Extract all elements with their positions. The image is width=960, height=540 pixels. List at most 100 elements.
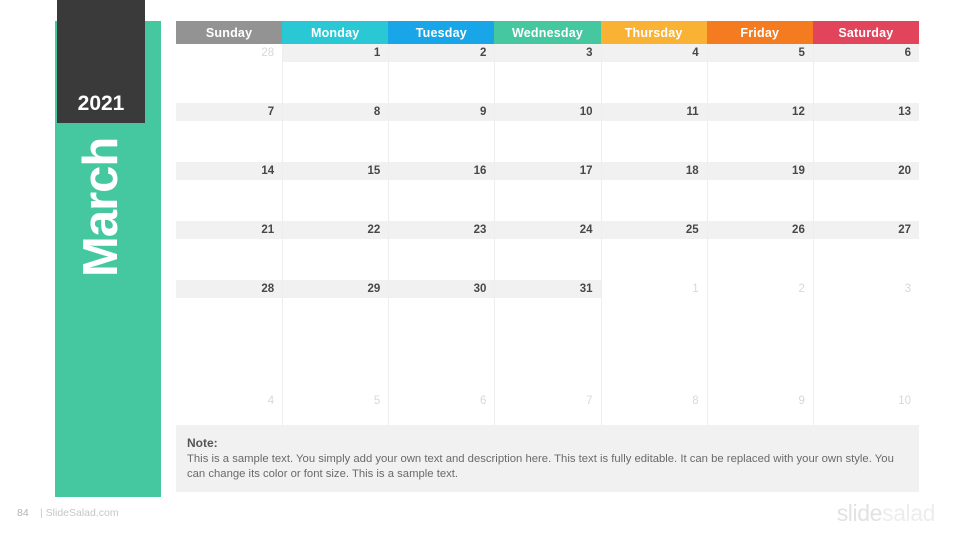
day-number: 2	[480, 47, 487, 59]
day-number: 13	[898, 106, 911, 118]
day-cell[interactable]: 1	[282, 44, 388, 103]
logo-part-slide: slide	[836, 500, 883, 526]
day-cell[interactable]: 16	[388, 162, 494, 221]
day-cell[interactable]: 30	[388, 280, 494, 339]
day-number: 23	[473, 224, 487, 236]
day-cell[interactable]: 6	[813, 44, 919, 103]
day-cell[interactable]: 9	[707, 339, 813, 428]
day-cell[interactable]: 9	[388, 103, 494, 162]
day-cell[interactable]: 26	[707, 221, 813, 280]
day-number: 6	[480, 395, 487, 407]
day-number: 10	[579, 106, 593, 118]
day-cell[interactable]: 10	[813, 339, 919, 428]
day-number: 1	[692, 283, 699, 295]
slide-canvas: 2021 March Sunday Monday Tuesday Wednesday T…	[0, 0, 960, 540]
weekday-header-wednesday: Wednesday	[494, 21, 601, 44]
day-cell[interactable]: 28	[176, 280, 282, 339]
note-body: This is a sample text. You simply add yo…	[187, 453, 894, 480]
day-cell[interactable]: 31	[494, 280, 600, 339]
weekday-header-thursday: Thursday	[600, 21, 707, 44]
day-number: 21	[261, 224, 275, 236]
weekday-header-monday: Monday	[282, 21, 389, 44]
day-cell[interactable]: 3	[813, 280, 919, 339]
day-number: 26	[792, 224, 805, 236]
calendar-weeks: 28 1 2 3 4 5 6 7 8 9 10 11 12 13 14 15 16 17 18 19 20 21 22 23 2…	[176, 44, 919, 428]
day-cell[interactable]: 4	[601, 44, 707, 103]
day-number: 22	[367, 224, 381, 236]
weekday-header-tuesday: Tuesday	[388, 21, 495, 44]
day-number: 28	[261, 47, 275, 59]
day-cell[interactable]: 8	[601, 339, 707, 428]
note-box: Note: This is a sample text. You simply …	[176, 425, 919, 492]
day-number: 3	[904, 283, 911, 295]
year-block: 2021	[57, 0, 145, 123]
day-cell[interactable]: 1	[601, 280, 707, 339]
day-number: 24	[579, 224, 593, 236]
day-cell[interactable]: 17	[494, 162, 600, 221]
note-title: Note:	[187, 436, 218, 450]
day-number: 30	[473, 283, 487, 295]
weekday-header-friday: Friday	[706, 21, 813, 44]
day-cell[interactable]: 8	[282, 103, 388, 162]
slidesalad-logo: slidesalad	[836, 500, 936, 526]
weekday-header-row: Sunday Monday Tuesday Wednesday Thursday Frid…	[176, 21, 919, 44]
weekday-header-sunday: Sunday	[176, 21, 283, 44]
day-number: 17	[579, 165, 593, 177]
calendar-week-row: 28 29 30 31 1 2 3	[176, 280, 919, 339]
day-number: 3	[586, 47, 593, 59]
calendar-week-row: 7 8 9 10 11 12 13	[176, 103, 919, 162]
day-cell[interactable]: 14	[176, 162, 282, 221]
day-cell[interactable]: 23	[388, 221, 494, 280]
day-cell[interactable]: 5	[707, 44, 813, 103]
day-cells: 14 15 16 17 18 19 20	[176, 162, 919, 221]
day-cell[interactable]: 13	[813, 103, 919, 162]
day-number: 20	[898, 165, 911, 177]
footer-site-label: | SlideSalad.com	[40, 507, 119, 519]
day-cell[interactable]: 11	[601, 103, 707, 162]
day-cell[interactable]: 18	[601, 162, 707, 221]
day-cell[interactable]: 7	[176, 103, 282, 162]
day-cell[interactable]: 24	[494, 221, 600, 280]
page-number: 84	[17, 507, 29, 519]
calendar-week-row: 21 22 23 24 25 26 27	[176, 221, 919, 280]
day-number: 2	[798, 283, 805, 295]
day-cell[interactable]: 27	[813, 221, 919, 280]
day-number: 9	[798, 395, 805, 407]
month-label: March	[74, 137, 128, 278]
day-cell[interactable]: 15	[282, 162, 388, 221]
day-cell[interactable]: 22	[282, 221, 388, 280]
day-cells: 7 8 9 10 11 12 13	[176, 103, 919, 162]
day-number: 11	[686, 106, 699, 118]
day-number: 14	[261, 165, 275, 177]
year-label: 2021	[77, 92, 125, 115]
day-number: 31	[579, 283, 593, 295]
day-number: 8	[373, 106, 381, 118]
day-cells: 28 1 2 3 4 5 6	[176, 44, 919, 103]
day-cell[interactable]: 28	[176, 44, 282, 103]
day-number: 10	[898, 395, 911, 407]
day-number: 7	[267, 106, 275, 118]
day-cell[interactable]: 2	[388, 44, 494, 103]
day-cell[interactable]: 6	[388, 339, 494, 428]
day-cell[interactable]: 7	[494, 339, 600, 428]
day-number: 12	[792, 106, 805, 118]
day-number: 28	[261, 283, 275, 295]
day-cell[interactable]: 3	[494, 44, 600, 103]
weekday-header-saturday: Saturday	[812, 21, 919, 44]
day-cells: 21 22 23 24 25 26 27	[176, 221, 919, 280]
day-number: 6	[904, 47, 911, 59]
day-cell[interactable]: 29	[282, 280, 388, 339]
day-cell[interactable]: 5	[282, 339, 388, 428]
day-number: 9	[480, 106, 487, 118]
day-cell[interactable]: 20	[813, 162, 919, 221]
day-cell[interactable]: 10	[494, 103, 600, 162]
day-cell[interactable]: 21	[176, 221, 282, 280]
day-cell[interactable]: 12	[707, 103, 813, 162]
day-cell[interactable]: 25	[601, 221, 707, 280]
day-number: 1	[373, 47, 381, 59]
calendar-week-row: 4 5 6 7 8 9 10	[176, 339, 919, 428]
day-cell[interactable]: 2	[707, 280, 813, 339]
day-number: 19	[792, 165, 805, 177]
day-cell[interactable]: 19	[707, 162, 813, 221]
day-cell[interactable]: 4	[176, 339, 282, 428]
